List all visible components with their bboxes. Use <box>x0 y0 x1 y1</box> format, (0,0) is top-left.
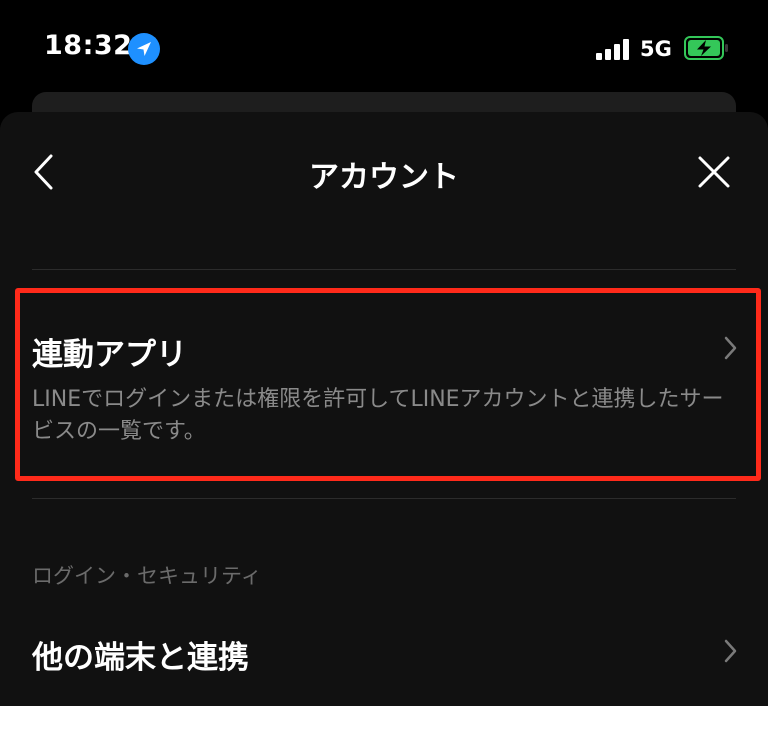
app-screen: 18:32 5G アカウント 連動アプリ LINEでログインまたは権限を許可して… <box>0 0 768 706</box>
close-button[interactable] <box>694 152 734 192</box>
highlight-frame <box>15 288 761 481</box>
close-icon <box>698 156 730 188</box>
link-other-devices-row[interactable] <box>0 612 768 692</box>
signal-bars-icon <box>596 38 632 60</box>
battery-charging-icon <box>684 36 728 60</box>
status-time: 18:32 <box>44 30 133 61</box>
divider <box>32 498 736 499</box>
divider <box>32 269 736 270</box>
network-type-label: 5G <box>640 37 672 61</box>
page-title: アカウント <box>309 160 459 195</box>
section-header-login-security: ログイン・セキュリティ <box>32 564 262 588</box>
location-arrow-icon <box>128 33 160 65</box>
